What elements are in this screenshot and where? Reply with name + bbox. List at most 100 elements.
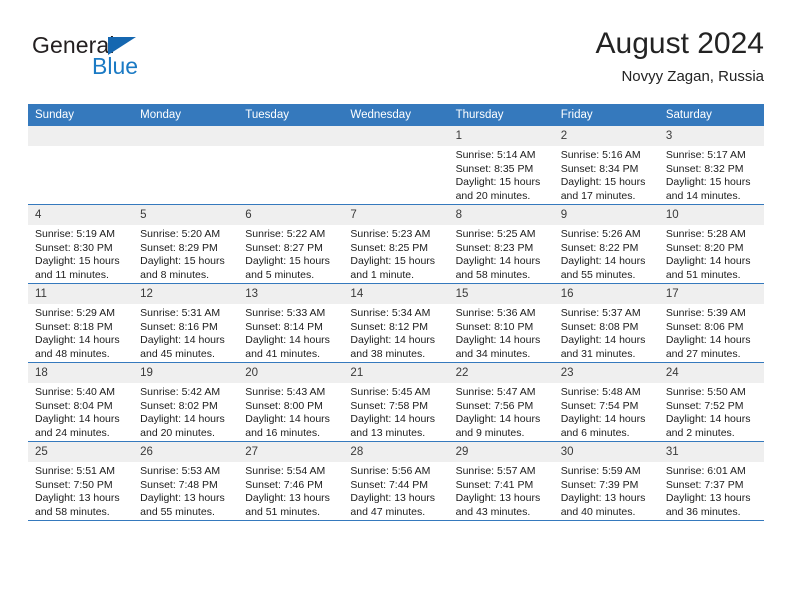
day-details: Sunrise: 5:22 AM Sunset: 8:27 PM Daylight:… [238,225,343,282]
calendar-day-cell[interactable]: 1 Sunrise: 5:14 AM Sunset: 8:35 PM Daylight… [448,126,554,205]
day-details: Sunrise: 5:56 AM Sunset: 7:44 PM Daylight:… [343,462,448,519]
calendar-day-cell[interactable]: 4 Sunrise: 5:19 AM Sunset: 8:30 PM Daylight… [28,204,134,284]
day-number: 19 [133,363,239,383]
daylight-text: Daylight: 14 hours [560,334,646,347]
calendar-day-cell[interactable]: 28 Sunrise: 5:56 AM Sunset: 7:44 PM Dayligh… [343,441,449,521]
daylight-text: Daylight: 14 hours [350,334,436,347]
calendar-day-cell[interactable]: 13 Sunrise: 5:33 AM Sunset: 8:14 PM Dayligh… [238,283,344,363]
calendar-day-cell[interactable]: 3 Sunrise: 5:17 AM Sunset: 8:32 PM Daylight… [658,126,764,205]
sunset-text: Sunset: 8:20 PM [665,241,744,254]
day-number: 28 [343,442,449,462]
sunset-text: Sunset: 7:44 PM [350,478,429,491]
calendar-day-cell[interactable]: 9 Sunrise: 5:26 AM Sunset: 8:22 PM Daylight… [553,204,659,284]
daylight-text: Daylight: 14 hours [665,255,751,268]
sunrise-text: Sunrise: 5:36 AM [455,307,536,319]
daylight-text: Daylight: 14 hours [245,413,330,426]
daylight-text: and 51 minutes. [245,505,320,518]
sunrise-text: Sunrise: 5:20 AM [140,228,221,240]
daylight-text: and 55 minutes. [140,505,215,518]
calendar-day-cell[interactable]: 12 Sunrise: 5:31 AM Sunset: 8:16 PM Dayligh… [133,283,239,363]
sunrise-text: Sunrise: 5:40 AM [35,386,115,398]
sunset-text: Sunset: 7:56 PM [455,399,534,412]
calendar-day-cell[interactable]: 20 Sunrise: 5:43 AM Sunset: 8:00 PM Dayligh… [238,362,344,442]
daylight-text: and 1 minute. [350,268,415,281]
brand-logo[interactable]: General Blue [32,32,272,88]
sunset-text: Sunset: 8:02 PM [140,399,218,412]
daylight-text: and 14 minutes. [665,189,741,202]
sunset-text: Sunset: 8:12 PM [350,320,429,333]
day-details: Sunrise: 5:33 AM Sunset: 8:14 PM Daylight:… [238,304,343,361]
sunset-text: Sunset: 8:27 PM [245,241,323,254]
calendar-day-cell[interactable]: 27 Sunrise: 5:54 AM Sunset: 7:46 PM Dayligh… [238,441,344,521]
brand-name-blue: Blue [92,53,139,79]
day-number: 8 [448,205,554,225]
day-number: 17 [658,284,764,304]
daylight-text: and 36 minutes. [665,505,741,518]
calendar-day-cell[interactable]: 2 Sunrise: 5:16 AM Sunset: 8:34 PM Daylight… [553,126,659,205]
calendar-day-cell[interactable]: 16 Sunrise: 5:37 AM Sunset: 8:08 PM Dayligh… [553,283,659,363]
daylight-text: Daylight: 13 hours [245,492,330,505]
sunrise-text: Sunrise: 5:39 AM [665,307,746,319]
sunrise-text: Sunrise: 5:22 AM [245,228,326,240]
day-number: 20 [238,363,344,383]
daylight-text: Daylight: 13 hours [350,492,436,505]
sunrise-text: Sunrise: 5:42 AM [140,386,221,398]
day-details: Sunrise: 5:40 AM Sunset: 8:04 PM Daylight:… [28,383,133,440]
daylight-text: Daylight: 15 hours [665,176,751,189]
daylight-text: Daylight: 14 hours [35,334,120,347]
calendar-day-cell[interactable]: 25 Sunrise: 5:51 AM Sunset: 7:50 PM Dayligh… [28,441,134,521]
weekday-header-monday: Monday [133,104,239,126]
calendar-day-cell[interactable]: 18 Sunrise: 5:40 AM Sunset: 8:04 PM Dayligh… [28,362,134,442]
calendar-day-cell[interactable]: 22 Sunrise: 5:47 AM Sunset: 7:56 PM Dayligh… [448,362,554,442]
day-details: Sunrise: 5:23 AM Sunset: 8:25 PM Daylight:… [343,225,448,282]
daylight-text: and 41 minutes. [245,347,320,360]
sunrise-text: Sunrise: 5:59 AM [560,465,641,477]
sunset-text: Sunset: 8:16 PM [140,320,218,333]
calendar-day-cell[interactable]: 17 Sunrise: 5:39 AM Sunset: 8:06 PM Dayligh… [658,283,764,363]
daylight-text: Daylight: 14 hours [665,413,751,426]
calendar-day-cell[interactable]: 11 Sunrise: 5:29 AM Sunset: 8:18 PM Dayligh… [28,283,134,363]
calendar-day-cell[interactable]: 14 Sunrise: 5:34 AM Sunset: 8:12 PM Dayligh… [343,283,449,363]
calendar-day-cell[interactable]: 26 Sunrise: 5:53 AM Sunset: 7:48 PM Dayligh… [133,441,239,521]
sunset-text: Sunset: 8:23 PM [455,241,534,254]
day-number: 13 [238,284,344,304]
calendar-day-cell[interactable]: 5 Sunrise: 5:20 AM Sunset: 8:29 PM Daylight… [133,204,239,284]
daylight-text: and 20 minutes. [140,426,215,439]
day-number: 4 [28,205,134,225]
sunset-text: Sunset: 7:58 PM [350,399,429,412]
calendar-day-cell[interactable]: 31 Sunrise: 6:01 AM Sunset: 7:37 PM Dayligh… [658,441,764,521]
daylight-text: and 34 minutes. [455,347,531,360]
calendar-day-cell[interactable]: 23 Sunrise: 5:48 AM Sunset: 7:54 PM Dayligh… [553,362,659,442]
calendar-header-row: Sunday Monday Tuesday Wednesday Thursday Frid… [28,104,764,126]
sunset-text: Sunset: 7:48 PM [140,478,218,491]
calendar-day-cell-empty [28,126,134,205]
calendar-day-cell[interactable]: 29 Sunrise: 5:57 AM Sunset: 7:41 PM Dayligh… [448,441,554,521]
sunset-text: Sunset: 7:41 PM [455,478,534,491]
sunrise-text: Sunrise: 6:01 AM [665,465,746,477]
calendar-day-cell[interactable]: 19 Sunrise: 5:42 AM Sunset: 8:02 PM Dayligh… [133,362,239,442]
daylight-text: Daylight: 15 hours [560,176,646,189]
calendar-day-cell[interactable]: 21 Sunrise: 5:45 AM Sunset: 7:58 PM Dayligh… [343,362,449,442]
day-details: Sunrise: 5:34 AM Sunset: 8:12 PM Daylight:… [343,304,448,361]
calendar-day-cell[interactable]: 6 Sunrise: 5:22 AM Sunset: 8:27 PM Daylight… [238,204,344,284]
calendar-day-cell[interactable]: 24 Sunrise: 5:50 AM Sunset: 7:52 PM Dayligh… [658,362,764,442]
daylight-text: and 2 minutes. [665,426,735,439]
weekday-header-tuesday: Tuesday [238,104,344,126]
calendar-day-cell[interactable]: 7 Sunrise: 5:23 AM Sunset: 8:25 PM Daylight… [343,204,449,284]
calendar-day-cell[interactable]: 30 Sunrise: 5:59 AM Sunset: 7:39 PM Dayligh… [553,441,659,521]
page-subtitle: Novyy Zagan, Russia [621,68,764,85]
day-number: 31 [658,442,764,462]
sunset-text: Sunset: 8:32 PM [665,162,744,175]
sunset-text: Sunset: 8:08 PM [560,320,639,333]
calendar-day-cell[interactable]: 10 Sunrise: 5:28 AM Sunset: 8:20 PM Dayligh… [658,204,764,284]
calendar-day-cell[interactable]: 8 Sunrise: 5:25 AM Sunset: 8:23 PM Daylight… [448,204,554,284]
daylight-text: and 16 minutes. [245,426,320,439]
calendar-day-cell[interactable]: 15 Sunrise: 5:36 AM Sunset: 8:10 PM Dayligh… [448,283,554,363]
day-number: 24 [658,363,764,383]
sunset-text: Sunset: 8:30 PM [35,241,113,254]
day-details: Sunrise: 5:48 AM Sunset: 7:54 PM Daylight:… [554,383,659,440]
sunrise-text: Sunrise: 5:26 AM [560,228,641,240]
day-number: 3 [658,126,764,146]
sunrise-text: Sunrise: 5:14 AM [455,149,536,161]
sunrise-text: Sunrise: 5:34 AM [350,307,431,319]
